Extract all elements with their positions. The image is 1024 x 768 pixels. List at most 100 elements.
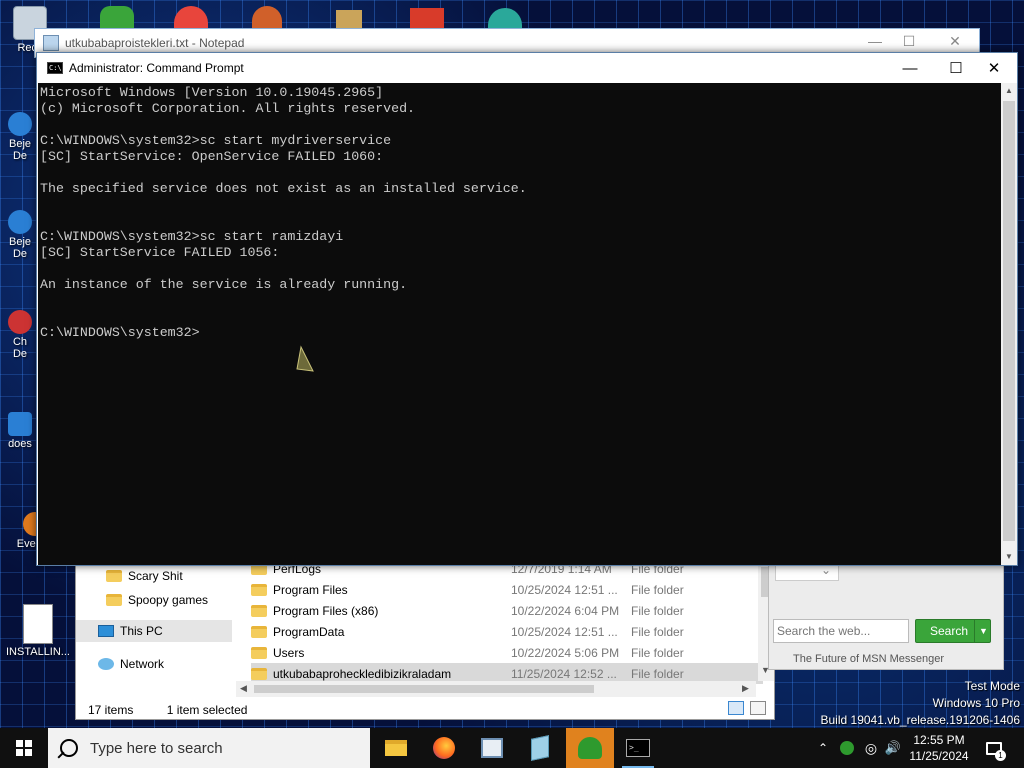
scrollbar-thumb[interactable] [254,685,594,693]
file-explorer-icon [385,740,407,756]
nav-item-this-pc[interactable]: This PC [76,620,232,642]
desktop-icon-label: INSTALLIN... [6,646,70,658]
file-type: File folder [631,645,684,660]
chevron-down-icon[interactable]: ▼ [974,620,992,642]
desktop-icon-bejeweled-1[interactable]: Beje De [0,112,40,162]
app-icon [410,8,444,28]
taskbar-search[interactable]: Type here to search [48,728,370,768]
notepad-title: utkubabaproistekleri.txt - Notepad [65,36,245,50]
file-row[interactable]: Users 10/22/2024 5:06 PM File folder [251,642,763,663]
file-row[interactable]: Program Files 10/25/2024 12:51 ... File … [251,579,763,600]
nav-item-label: Spoopy games [128,593,209,607]
file-date: 11/25/2024 12:52 ... [511,666,617,681]
search-icon [60,739,78,757]
large-icons-view-icon[interactable] [750,701,766,715]
nav-item-spoopy-games[interactable]: Spoopy games [106,589,208,611]
nav-item-network[interactable]: Network [98,653,164,675]
selected-count: 1 item selected [166,703,248,717]
computer-icon [98,625,114,637]
file-name: ProgramData [273,624,345,639]
navigation-pane[interactable]: Scary Shit Spoopy games This PC Network [76,561,234,681]
file-type: File folder [631,624,684,639]
people-icon[interactable] [836,728,858,768]
cursor-icon [296,345,314,372]
desktop-icon-chuzzle[interactable]: Ch De [0,310,40,360]
app-icon [252,6,282,28]
horizontal-scrollbar[interactable]: ◀ ▶ [236,681,756,697]
console-text: Microsoft Windows [Version 10.0.19045.29… [40,85,527,340]
details-view-icon[interactable] [728,701,744,715]
file-type: File folder [631,582,684,597]
scroll-down-icon[interactable]: ▼ [1001,549,1017,565]
file-date: 10/22/2024 5:06 PM [511,645,620,660]
notifications-icon[interactable]: 1 [982,728,1006,768]
taskbar-file-explorer[interactable] [372,728,420,768]
windows-logo-icon [16,740,32,756]
nav-item-label: This PC [120,624,163,638]
clock[interactable]: 12:55 PM 11/25/2024 [900,732,978,764]
msn-messenger-panel[interactable]: ⌄ Search ▼ The Future of MSN Messenger [768,560,1004,670]
start-button[interactable] [0,728,48,768]
clock-date: 11/25/2024 [909,749,969,763]
file-name: Program Files [273,582,348,597]
network-icon[interactable]: ◎ [860,728,882,768]
file-date: 10/25/2024 12:51 ... [511,582,618,597]
close-button[interactable]: ✕ [971,53,1017,83]
file-name: utkubabaproheckledibizikraladam [273,666,452,681]
network-icon [98,658,114,670]
scroll-right-icon[interactable]: ▶ [742,683,749,694]
taskbar-notepad[interactable] [468,728,516,768]
file-row[interactable]: ProgramData 10/25/2024 12:51 ... File fo… [251,621,763,642]
people-icon [100,6,134,28]
msn-messenger-icon [578,737,602,759]
folder-icon [251,667,267,680]
vertical-scrollbar[interactable]: ▲ ▼ [1001,83,1017,565]
app-icon [336,10,362,28]
taskbar-firefox[interactable] [420,728,468,768]
desktop-icon-bejeweled-2[interactable]: Beje De [0,210,40,260]
shortcut-icon [8,412,32,436]
console-output[interactable]: Microsoft Windows [Version 10.0.19045.29… [38,83,1001,565]
watermark-edition: Windows 10 Pro [932,696,1020,710]
notepad-icon [481,738,503,758]
taskbar-command-prompt[interactable]: >_ [614,728,662,768]
app-icon [488,8,522,28]
web-search-button[interactable]: Search ▼ [915,619,991,643]
file-date: 10/25/2024 12:51 ... [511,624,618,639]
folder-icon [106,570,122,582]
file-name: Program Files (x86) [273,603,379,618]
minimize-button[interactable]: — [887,53,933,83]
nav-item-label: Network [120,657,165,671]
folder-icon [251,583,267,596]
notepad-icon [43,35,59,51]
taskbar-search-placeholder: Type here to search [90,739,223,757]
maximize-button[interactable]: ☐ [889,33,929,53]
desktop-icon-label: Ch De [12,336,28,360]
gem-icon [8,210,32,234]
folder-icon [106,594,122,606]
command-prompt-window[interactable]: C:\ Administrator: Command Prompt — ☐ ✕ … [36,52,1018,566]
taskbar: Type here to search >_ ⌃ ◎ 🔊 12:55 PM 11… [0,728,1024,768]
scroll-up-icon[interactable]: ▲ [1001,83,1017,99]
status-bar: 17 items 1 item selected [88,703,247,717]
show-hidden-icons[interactable]: ⌃ [814,728,832,768]
close-button[interactable]: ✕ [935,33,975,53]
desktop-icon-does[interactable]: does [0,412,40,450]
text-file-icon [23,604,53,644]
file-explorer-window[interactable]: Scary Shit Spoopy games This PC Network … [75,560,775,720]
game-icon [8,310,32,334]
scrollbar-thumb[interactable] [1003,101,1015,541]
file-date: 10/22/2024 6:04 PM [511,603,620,618]
taskbar-document[interactable] [516,728,564,768]
scroll-left-icon[interactable]: ◀ [240,683,247,694]
web-search-input[interactable] [773,619,909,643]
nav-item-scary-shit[interactable]: Scary Shit [106,565,183,587]
title-bar[interactable]: C:\ Administrator: Command Prompt — ☐ ✕ [37,53,1017,83]
file-row[interactable]: Program Files (x86) 10/22/2024 6:04 PM F… [251,600,763,621]
web-search-button-label: Search [930,624,969,638]
desktop-icon-top-row [100,4,540,28]
desktop-icon-installing[interactable]: INSTALLIN... [0,604,76,658]
taskbar-msn-messenger[interactable] [566,728,614,768]
folder-icon [251,646,267,659]
nav-item-label: Scary Shit [128,569,183,583]
